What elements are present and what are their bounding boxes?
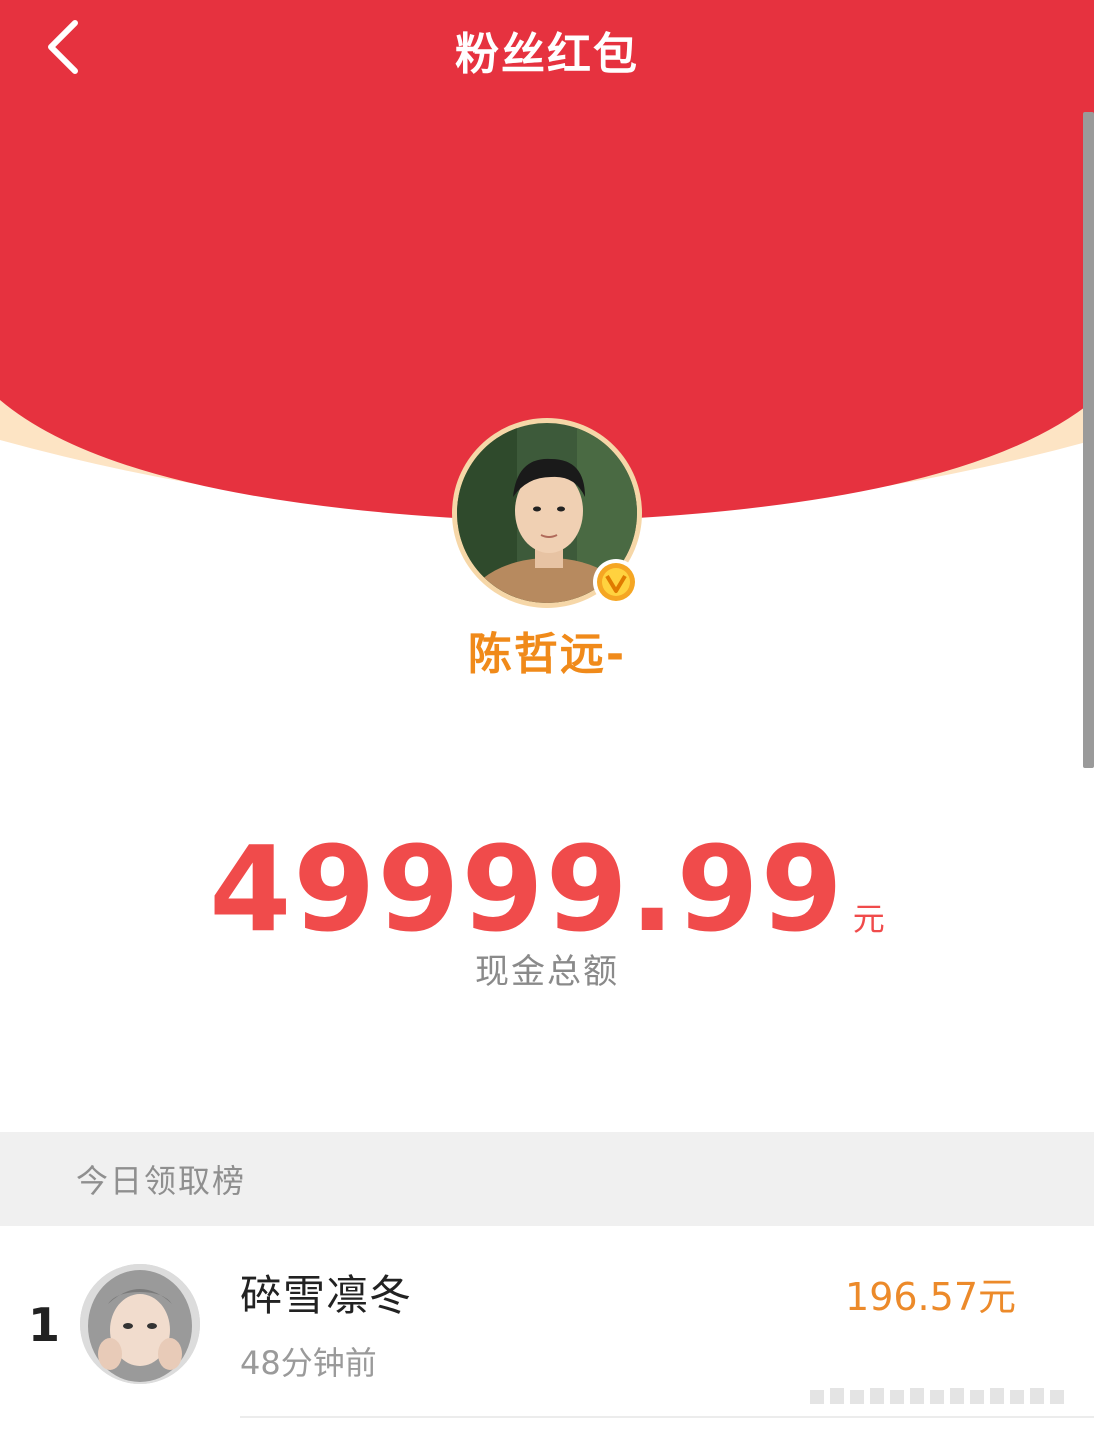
total-amount-value: 49999.99 (209, 820, 845, 958)
creator-name[interactable]: 陈哲远- (0, 618, 1094, 682)
row-divider (240, 1416, 1094, 1418)
creator-avatar-wrap[interactable] (452, 418, 642, 608)
claim-amount: 196.57元 (845, 1275, 1016, 1319)
amount-row: 49999.99 元 (0, 820, 1094, 958)
user-name[interactable]: 碎雪凛冬 (240, 1262, 412, 1323)
user-avatar[interactable] (80, 1264, 200, 1384)
watermark-graphic (810, 1380, 1080, 1410)
leaderboard-header: 今日领取榜 (0, 1132, 1094, 1226)
verified-badge-icon (592, 558, 640, 606)
page-title: 粉丝红包 (455, 29, 639, 80)
leaderboard-title: 今日领取榜 (76, 1162, 247, 1200)
total-amount-label: 现金总额 (475, 952, 619, 992)
total-amount-unit: 元 (852, 900, 885, 938)
rank-number: 1 (28, 1298, 61, 1352)
claim-time: 48分钟前 (240, 1344, 377, 1382)
